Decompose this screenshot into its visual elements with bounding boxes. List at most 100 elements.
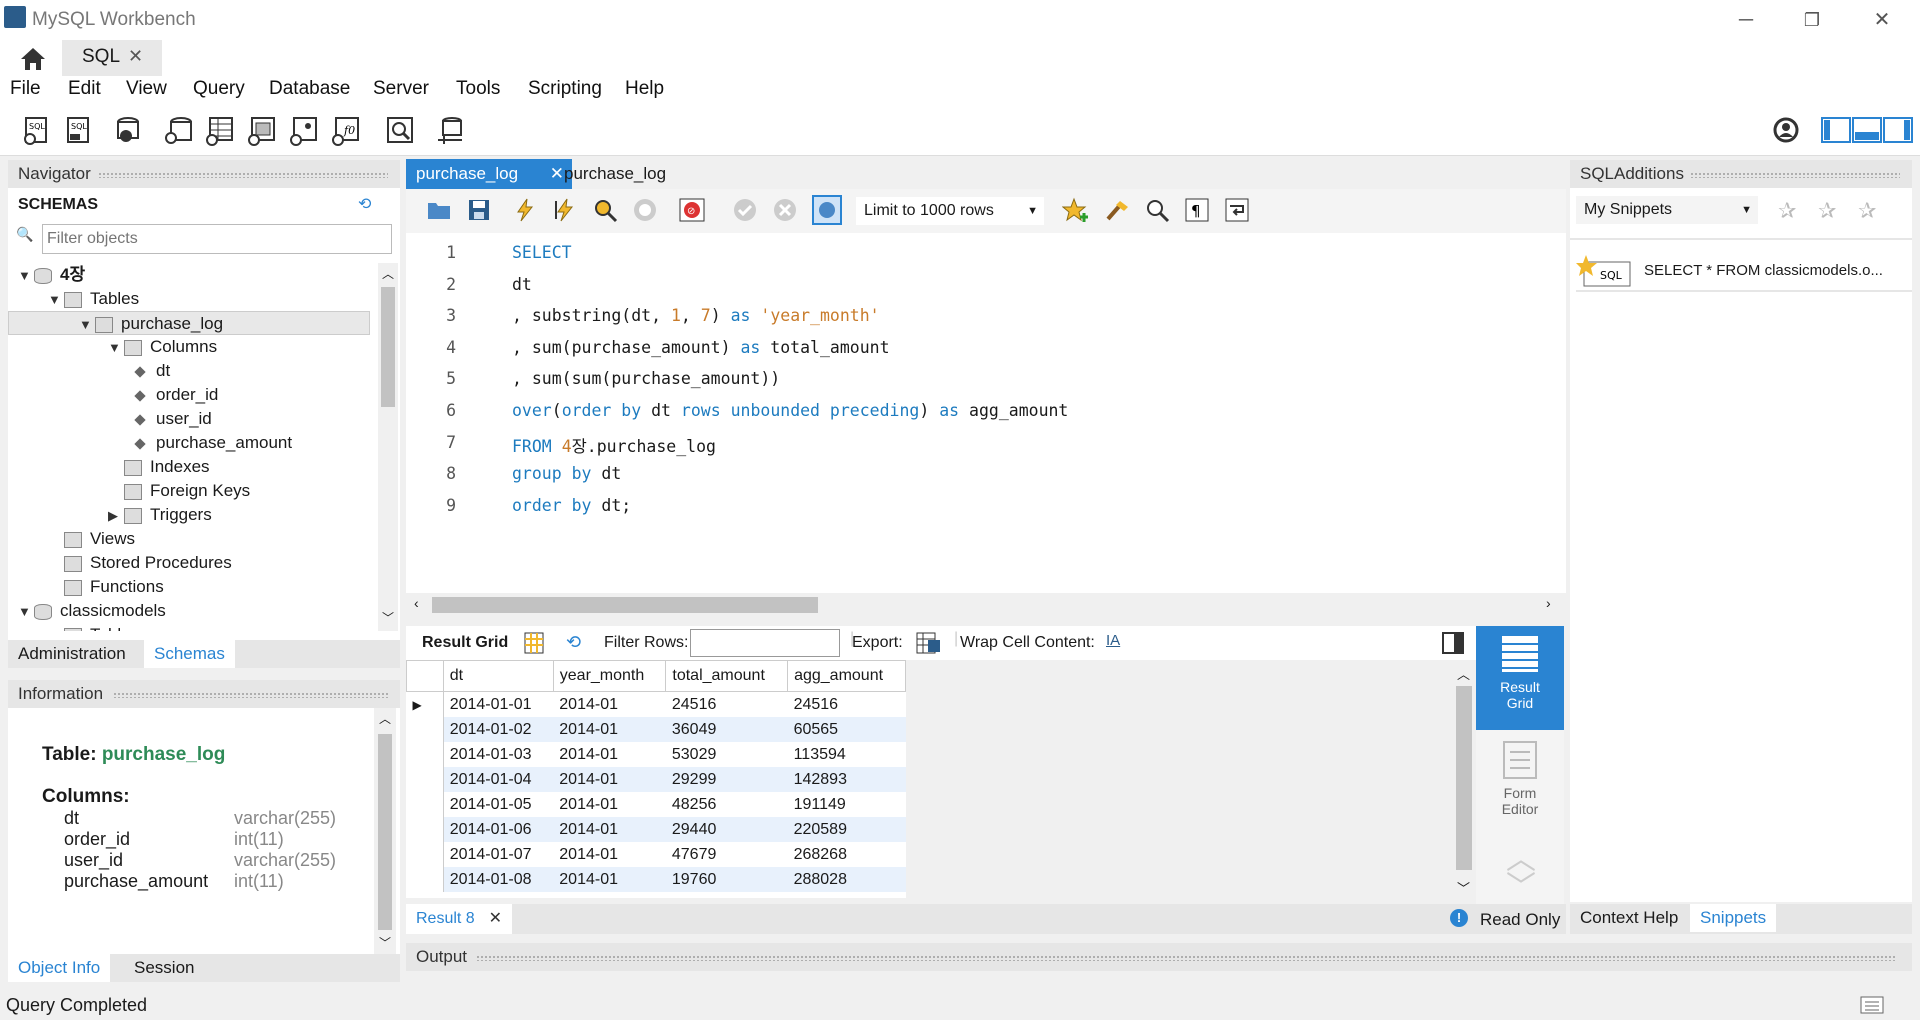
close-window-button[interactable]: ✕ [1862, 6, 1902, 34]
wrap-content-icon[interactable]: IA [1106, 632, 1120, 649]
tree-item[interactable]: ▶ Triggers [108, 503, 212, 527]
column-header[interactable]: agg_amount [787, 660, 906, 692]
column-header[interactable]: total_amount [665, 660, 789, 692]
scroll-down-icon[interactable]: ﹀ [382, 609, 394, 626]
menu-file[interactable]: File [10, 78, 41, 100]
table-row[interactable]: 2014-01-08 2014-01 19760 288028 [406, 867, 906, 892]
tab-snippets[interactable]: Snippets [1690, 904, 1777, 932]
toggle-errors-icon[interactable]: ⊘ [678, 197, 706, 223]
close-tab-icon[interactable]: ✕ [128, 46, 143, 67]
create-view-icon[interactable] [246, 114, 278, 146]
home-tab[interactable] [10, 42, 54, 74]
row-header[interactable] [406, 767, 444, 792]
tree-item[interactable]: Foreign Keys [108, 479, 250, 503]
row-header[interactable] [406, 717, 444, 742]
snippet-replace-icon[interactable]: ✰ [1778, 198, 1796, 224]
minimize-button[interactable]: ─ [1726, 6, 1766, 34]
column-header[interactable]: dt [442, 660, 554, 692]
beautify-icon[interactable] [1104, 197, 1130, 223]
tree-item[interactable]: order_id [134, 383, 218, 407]
table-cell[interactable]: 2014-01 [553, 792, 666, 817]
table-cell[interactable]: 2014-01 [553, 867, 666, 892]
open-folder-icon[interactable] [426, 197, 452, 223]
table-cell[interactable]: 47679 [666, 842, 788, 867]
scroll-left-icon[interactable]: ‹ [414, 595, 419, 611]
table-cell[interactable]: 268268 [788, 842, 906, 867]
tab-context-help[interactable]: Context Help [1570, 904, 1688, 932]
tree-item[interactable]: ▼ classicmodels [18, 599, 166, 623]
tree-item[interactable]: Functions [48, 575, 164, 599]
collapse-arrow-icon[interactable]: ▼ [79, 313, 95, 337]
table-row[interactable]: 2014-01-06 2014-01 29440 220589 [406, 817, 906, 842]
menu-help[interactable]: Help [625, 78, 664, 100]
account-icon[interactable] [1770, 114, 1802, 146]
row-header[interactable] [406, 742, 444, 767]
add-snippet-icon[interactable] [1062, 197, 1090, 223]
wrap-lines-icon[interactable] [1224, 197, 1250, 223]
filter-objects-input[interactable] [42, 224, 392, 254]
result-tab[interactable]: Result 8 ✕ [406, 904, 512, 934]
table-cell[interactable]: 60565 [787, 717, 906, 742]
create-table-icon[interactable] [204, 114, 236, 146]
execute-current-icon[interactable] [552, 197, 578, 223]
menu-view[interactable]: View [126, 78, 167, 100]
row-header[interactable] [406, 842, 444, 867]
table-cell[interactable]: 48256 [666, 792, 788, 817]
tree-item[interactable]: Views [48, 527, 135, 551]
column-header[interactable]: year_month [552, 660, 667, 692]
create-procedure-icon[interactable] [288, 114, 320, 146]
table-cell[interactable]: 2014-01-03 [443, 742, 553, 767]
scroll-down-icon[interactable]: ﹀ [379, 934, 391, 951]
explain-icon[interactable] [592, 197, 618, 223]
grid-vscrollbar[interactable]: ︿ ﹀ [1452, 660, 1476, 900]
reconnect-icon[interactable] [434, 114, 466, 146]
menu-query[interactable]: Query [193, 78, 245, 100]
scroll-up-icon[interactable]: ︿ [1457, 664, 1470, 683]
table-row[interactable]: 2014-01-03 2014-01 53029 113594 [406, 742, 906, 767]
form-editor-view-button[interactable]: Form Editor [1476, 732, 1564, 832]
scroll-down-icon[interactable]: ﹀ [1457, 878, 1470, 897]
save-icon[interactable] [466, 197, 492, 223]
invisible-chars-icon[interactable]: ¶ [1184, 197, 1210, 223]
snippet-category-select[interactable]: My Snippets ▼ [1576, 196, 1758, 224]
result-grid-view-button[interactable]: Result Grid [1476, 626, 1564, 730]
collapse-arrow-icon[interactable]: ▼ [48, 624, 64, 631]
row-header[interactable]: ▶ [406, 691, 444, 717]
table-cell[interactable]: 2014-01-08 [443, 867, 554, 892]
limit-rows-select[interactable]: Limit to 1000 rows ▼ [856, 197, 1044, 225]
collapse-arrow-icon[interactable]: ▼ [18, 600, 34, 624]
table-cell[interactable]: 24516 [788, 692, 906, 718]
rollback-icon[interactable] [772, 197, 798, 223]
sql-connection-tab[interactable]: SQL ✕ [62, 40, 162, 76]
table-cell[interactable]: 288028 [787, 867, 906, 892]
tree-scrollbar[interactable]: ︿ ﹀ [378, 263, 398, 631]
scroll-thumb[interactable] [378, 734, 392, 930]
tree-item[interactable]: ▼ purchase_log [8, 311, 370, 335]
tree-item[interactable]: purchase_amount [134, 431, 292, 455]
more-views-icon[interactable]: ︿ ﹀ [1506, 845, 1536, 903]
editor-tab[interactable]: purchase_log [554, 159, 676, 189]
inspector-icon[interactable] [112, 114, 144, 146]
table-cell[interactable]: 2014-01-02 [443, 717, 554, 742]
table-row[interactable]: 2014-01-02 2014-01 36049 60565 [406, 717, 906, 742]
table-row[interactable]: 2014-01-04 2014-01 29299 142893 [406, 767, 906, 792]
table-cell[interactable]: 53029 [666, 742, 788, 767]
table-row[interactable]: 2014-01-05 2014-01 48256 191149 [406, 792, 906, 817]
table-cell[interactable]: 2014-01 [553, 717, 666, 742]
toggle-panel-icon[interactable] [1442, 632, 1464, 654]
tab-administration[interactable]: Administration [8, 640, 136, 668]
tree-item[interactable]: ▼ Columns [108, 335, 217, 359]
tree-item[interactable]: user_id [134, 407, 212, 431]
table-cell[interactable]: 2014-01 [553, 742, 666, 767]
table-cell[interactable]: 2014-01-01 [443, 692, 553, 718]
table-cell[interactable]: 2014-01 [553, 692, 666, 718]
table-cell[interactable]: 2014-01 [553, 842, 666, 867]
output-panel-icon[interactable] [1860, 996, 1884, 1014]
refresh-schemas-icon[interactable]: ⟲ [358, 194, 371, 214]
create-schema-icon[interactable] [163, 114, 195, 146]
table-row[interactable]: 2014-01-07 2014-01 47679 268268 [406, 842, 906, 867]
row-header[interactable] [406, 817, 444, 842]
create-function-icon[interactable]: f0 [330, 114, 362, 146]
open-sql-script-icon[interactable]: SQL [62, 114, 94, 146]
table-cell[interactable]: 2014-01-06 [443, 817, 554, 842]
